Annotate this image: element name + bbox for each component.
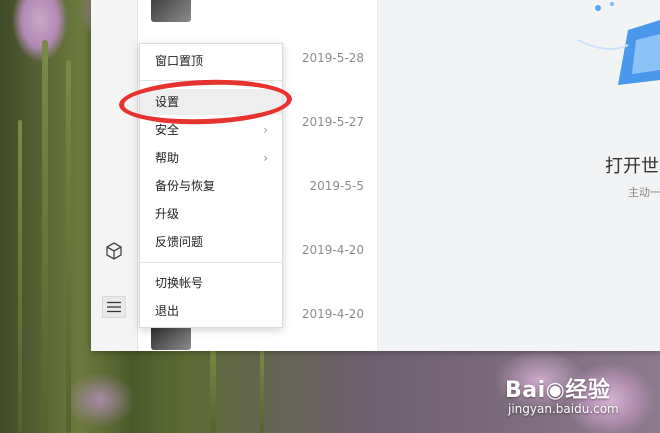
menu-divider: [140, 262, 282, 263]
menu-icon[interactable]: [102, 296, 126, 318]
menu-item-feedback[interactable]: 反馈问题: [140, 229, 282, 255]
list-thumbnail[interactable]: [151, 0, 191, 22]
menu-item-label: 升级: [155, 207, 180, 221]
menu-item-label: 反馈问题: [155, 235, 204, 249]
menu-item-backup-restore[interactable]: 备份与恢复: [140, 173, 282, 199]
welcome-subtitle: 主动一: [628, 186, 660, 199]
watermark: Bai◉经验 jingyan.baidu.com: [505, 372, 619, 416]
flower-stem: [66, 60, 71, 433]
menu-item-label: 切换帐号: [155, 276, 204, 290]
menu-item-help[interactable]: 帮助 ›: [140, 145, 282, 171]
menu-item-label: 窗口置顶: [155, 54, 204, 68]
flower-stem: [42, 40, 48, 433]
left-rail: [91, 0, 138, 351]
welcome-title: 打开世: [605, 156, 659, 177]
item-date: 2019-4-20: [301, 307, 364, 321]
cube-icon[interactable]: [104, 241, 124, 261]
menu-item-label: 安全: [155, 123, 180, 137]
menu-item-switch-account[interactable]: 切换帐号: [140, 270, 282, 296]
menu-item-label: 退出: [155, 304, 180, 318]
chevron-right-icon: ›: [263, 123, 268, 137]
detail-panel: 打开世 主动一: [378, 0, 660, 351]
item-date: 2019-5-28: [301, 51, 364, 65]
menu-item-upgrade[interactable]: 升级: [140, 201, 282, 227]
menu-item-exit[interactable]: 退出: [140, 298, 282, 324]
menu-item-label: 帮助: [155, 151, 180, 165]
chevron-right-icon: ›: [263, 151, 268, 165]
list-thumbnail: [151, 325, 191, 350]
watermark-url: jingyan.baidu.com: [508, 402, 619, 416]
menu-item-pin-window[interactable]: 窗口置顶: [140, 48, 282, 74]
menu-item-label: 备份与恢复: [155, 179, 216, 193]
watermark-brand: Bai◉经验: [505, 378, 611, 403]
illustration: [577, 2, 660, 85]
item-date: 2019-5-27: [301, 115, 364, 129]
flower-stem: [18, 120, 22, 433]
item-date: 2019-5-5: [309, 179, 364, 193]
item-date: 2019-4-20: [301, 243, 364, 257]
